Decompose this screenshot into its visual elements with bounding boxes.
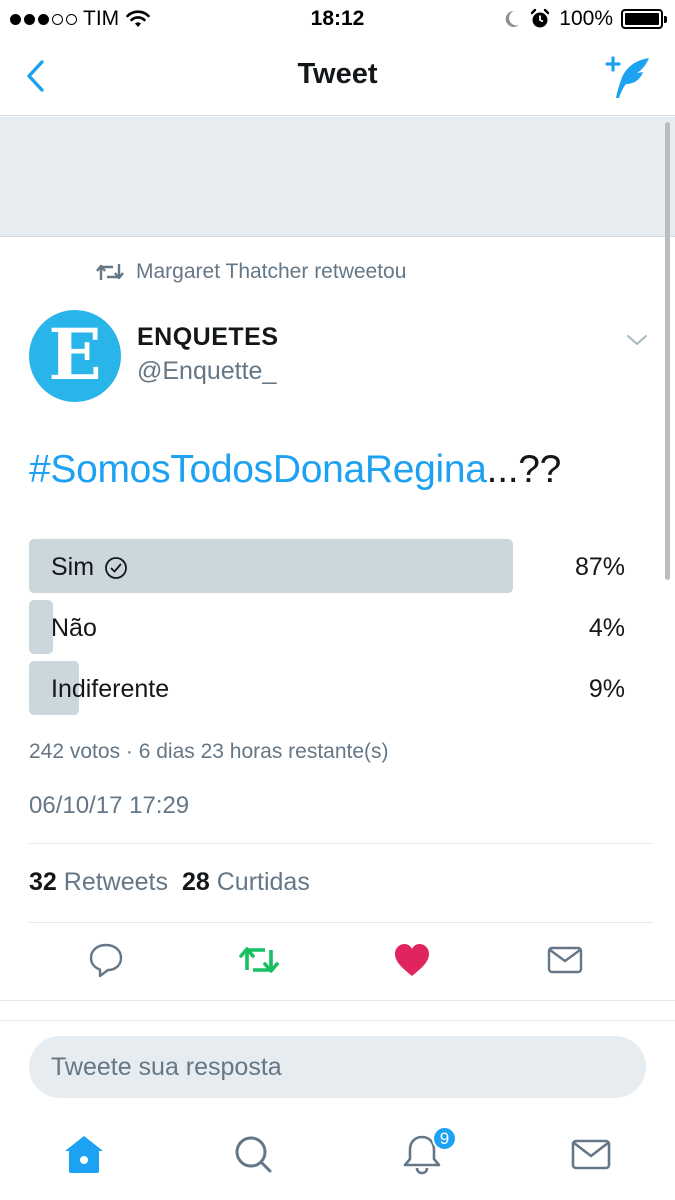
hashtag-link[interactable]: #SomosTodosDonaRegina bbox=[29, 448, 487, 491]
poll-option-label: Não bbox=[51, 614, 97, 643]
poll-option-label: Sim bbox=[51, 553, 128, 582]
poll-option-percent: 87% bbox=[574, 553, 625, 581]
chevron-down-icon[interactable] bbox=[625, 328, 649, 352]
retweets-stat[interactable]: 32 Retweets bbox=[29, 868, 168, 897]
poll-meta: 242 votos · 6 dias 23 horas restante(s) bbox=[29, 740, 389, 763]
divider bbox=[29, 922, 653, 923]
retweet-icon bbox=[96, 264, 124, 280]
poll-option: Indiferente 9% bbox=[29, 661, 625, 715]
home-icon[interactable] bbox=[62, 1132, 106, 1176]
poll-option-text: Indiferente bbox=[51, 675, 170, 703]
author-handle[interactable]: @Enquette_ bbox=[137, 357, 276, 386]
messages-icon[interactable] bbox=[569, 1132, 613, 1176]
mail-icon[interactable] bbox=[545, 940, 585, 980]
poll-option-text: Não bbox=[51, 614, 97, 642]
retweet-action-icon[interactable] bbox=[239, 940, 279, 980]
poll-option-percent: 4% bbox=[588, 614, 625, 642]
search-icon[interactable] bbox=[231, 1132, 275, 1176]
retweet-context[interactable]: Margaret Thatcher retweetou bbox=[96, 260, 406, 284]
likes-count: 28 bbox=[181, 868, 210, 896]
poll: Sim 87% Não 4% Indiferente 9% bbox=[29, 539, 625, 722]
tweet-text: #SomosTodosDonaRegina...?? bbox=[29, 448, 561, 492]
reply-placeholder: Tweete sua resposta bbox=[51, 1052, 282, 1081]
likes-label: Curtidas bbox=[216, 868, 310, 896]
status-bar: TIM 18:12 100% bbox=[0, 0, 675, 38]
author-name[interactable]: ENQUETES bbox=[137, 323, 279, 352]
moon-icon bbox=[505, 10, 520, 27]
battery-percent: 100% bbox=[559, 7, 613, 30]
poll-option-percent: 9% bbox=[588, 675, 625, 703]
alarm-icon bbox=[531, 8, 550, 28]
poll-option-label: Indiferente bbox=[51, 675, 169, 704]
poll-option: Não 4% bbox=[29, 600, 625, 654]
avatar[interactable]: E bbox=[29, 310, 121, 402]
nav-bar: Tweet bbox=[0, 38, 675, 116]
tab-bar bbox=[0, 1116, 675, 1200]
check-circle-icon bbox=[105, 556, 127, 579]
status-bar-right: 100% bbox=[503, 7, 667, 31]
tweet-timestamp: 06/10/17 17:29 bbox=[29, 792, 190, 819]
likes-stat[interactable]: 28 Curtidas bbox=[182, 868, 310, 897]
retweet-context-label: Margaret Thatcher retweetou bbox=[136, 260, 407, 283]
retweets-label: Retweets bbox=[63, 868, 168, 896]
section-divider bbox=[0, 1000, 675, 1021]
battery-icon bbox=[621, 9, 667, 29]
notifications-badge: 9 bbox=[432, 1126, 457, 1151]
heart-icon[interactable] bbox=[392, 940, 432, 980]
divider bbox=[29, 843, 653, 844]
reply-input[interactable]: Tweete sua resposta bbox=[29, 1036, 646, 1098]
poll-option-text: Sim bbox=[51, 553, 95, 581]
tweet-text-rest: ...?? bbox=[486, 448, 562, 491]
reply-icon[interactable] bbox=[86, 940, 126, 980]
poll-option: Sim 87% bbox=[29, 539, 625, 593]
page-title: Tweet bbox=[297, 58, 378, 90]
conversation-context-band bbox=[0, 117, 675, 237]
avatar-letter: E bbox=[48, 313, 102, 396]
tweet-stats: 32 Retweets 28 Curtidas bbox=[29, 868, 310, 897]
scrollbar[interactable] bbox=[665, 122, 670, 580]
poll-bar bbox=[29, 600, 53, 654]
retweets-count: 32 bbox=[29, 868, 57, 896]
compose-tweet-icon[interactable] bbox=[601, 54, 653, 100]
tweet-actions bbox=[0, 940, 675, 986]
